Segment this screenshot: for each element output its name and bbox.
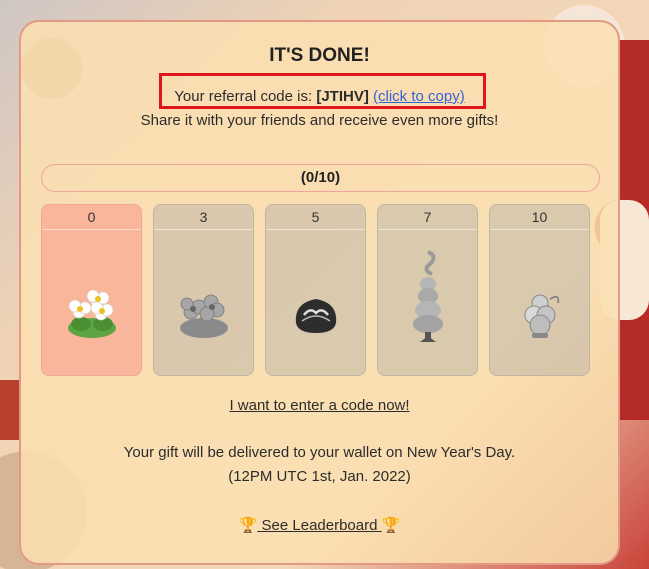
background-decor <box>0 380 20 440</box>
reward-cards: 0 3 5 7 10 <box>41 204 601 378</box>
reward-count: 3 <box>199 209 208 225</box>
reward-card: 10 <box>489 204 590 376</box>
trophy-icon: 🏆 <box>381 517 401 534</box>
referral-panel: IT'S DONE! Your referral code is: [JTIHV… <box>19 20 620 565</box>
trophy-icon: 🏆 <box>238 517 258 534</box>
reward-count: 7 <box>423 209 432 225</box>
delivery-text: Your gift will be delivered to your wall… <box>123 444 516 461</box>
page-title: IT'S DONE! <box>269 45 370 66</box>
leaderboard-link[interactable]: 🏆 See Leaderboard 🏆 <box>21 516 618 534</box>
sheep-figure-icon <box>490 265 589 365</box>
progress-bar: (0/10) <box>41 164 600 192</box>
divider <box>378 229 477 230</box>
enter-code-link[interactable]: I want to enter a code now! <box>21 397 618 414</box>
progress-label: (0/10) <box>300 169 341 186</box>
copy-code-link[interactable]: (click to copy) <box>373 88 465 105</box>
referral-code-line: Your referral code is: [JTIHV] (click to… <box>21 88 618 105</box>
white-flowers-icon <box>42 265 141 365</box>
chocolate-truffle-icon <box>266 265 365 365</box>
reward-card: 5 <box>265 204 366 376</box>
referral-prefix: Your referral code is: <box>174 88 317 105</box>
divider <box>42 229 141 230</box>
delivery-time: (12PM UTC 1st, Jan. 2022) <box>228 468 411 485</box>
leaderboard-label: See Leaderboard <box>257 517 382 534</box>
gray-flowers-icon <box>154 265 253 365</box>
reward-card: 0 <box>41 204 142 376</box>
referral-code: [JTIHV] <box>316 88 369 105</box>
divider <box>266 229 365 230</box>
divider <box>490 229 589 230</box>
reward-count: 0 <box>87 209 96 225</box>
divider <box>154 229 253 230</box>
reward-count: 10 <box>531 209 548 225</box>
swirl-tree-icon <box>378 233 477 363</box>
reward-count: 5 <box>311 209 320 225</box>
reward-card: 7 <box>377 204 478 376</box>
share-text: Share it with your friends and receive e… <box>140 112 499 129</box>
reward-card: 3 <box>153 204 254 376</box>
